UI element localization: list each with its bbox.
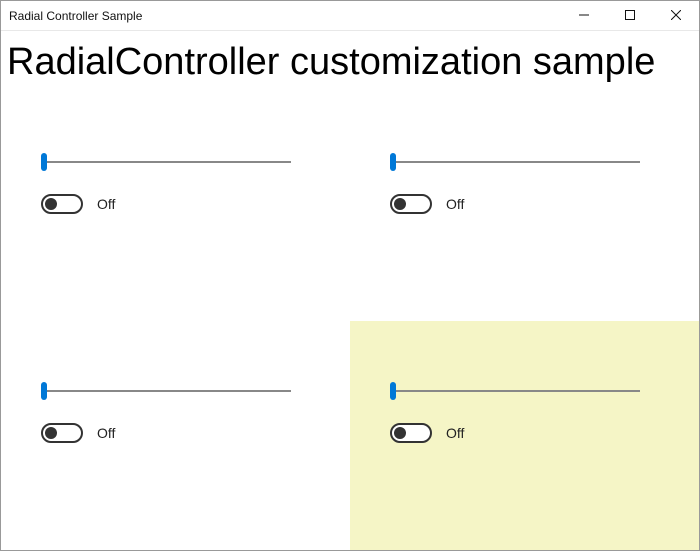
slider-track bbox=[41, 390, 291, 392]
slider-track bbox=[390, 390, 640, 392]
toggle-row-3: Off bbox=[41, 423, 310, 443]
slider-thumb[interactable] bbox=[390, 153, 396, 171]
slider-thumb[interactable] bbox=[41, 153, 47, 171]
slider-track bbox=[390, 161, 640, 163]
minimize-button[interactable] bbox=[561, 1, 607, 30]
page-title: RadialController customization sample bbox=[1, 31, 699, 92]
toggle-knob bbox=[394, 198, 406, 210]
toggle-3[interactable] bbox=[41, 423, 83, 443]
window-title: Radial Controller Sample bbox=[9, 9, 142, 23]
app-window: Radial Controller Sample RadialControlle… bbox=[0, 0, 700, 551]
panel-3: Off bbox=[1, 321, 350, 550]
toggle-1[interactable] bbox=[41, 194, 83, 214]
toggle-knob bbox=[45, 427, 57, 439]
close-button[interactable] bbox=[653, 1, 699, 30]
toggle-row-2: Off bbox=[390, 194, 659, 214]
slider-thumb[interactable] bbox=[390, 382, 396, 400]
toggle-label-2: Off bbox=[446, 196, 464, 212]
toggle-knob bbox=[394, 427, 406, 439]
toggle-2[interactable] bbox=[390, 194, 432, 214]
titlebar: Radial Controller Sample bbox=[1, 1, 699, 31]
toggle-label-4: Off bbox=[446, 425, 464, 441]
toggle-row-4: Off bbox=[390, 423, 659, 443]
slider-3[interactable] bbox=[41, 381, 291, 401]
slider-1[interactable] bbox=[41, 152, 291, 172]
toggle-label-3: Off bbox=[97, 425, 115, 441]
close-icon bbox=[671, 8, 681, 23]
panel-4: Off bbox=[350, 321, 699, 550]
panel-grid: Off Off bbox=[1, 92, 699, 550]
toggle-knob bbox=[45, 198, 57, 210]
minimize-icon bbox=[579, 8, 589, 23]
panel-1: Off bbox=[1, 92, 350, 321]
window-controls bbox=[561, 1, 699, 30]
toggle-4[interactable] bbox=[390, 423, 432, 443]
panel-2: Off bbox=[350, 92, 699, 321]
slider-thumb[interactable] bbox=[41, 382, 47, 400]
maximize-button[interactable] bbox=[607, 1, 653, 30]
maximize-icon bbox=[625, 8, 635, 23]
toggle-row-1: Off bbox=[41, 194, 310, 214]
slider-track bbox=[41, 161, 291, 163]
toggle-label-1: Off bbox=[97, 196, 115, 212]
slider-4[interactable] bbox=[390, 381, 640, 401]
slider-2[interactable] bbox=[390, 152, 640, 172]
